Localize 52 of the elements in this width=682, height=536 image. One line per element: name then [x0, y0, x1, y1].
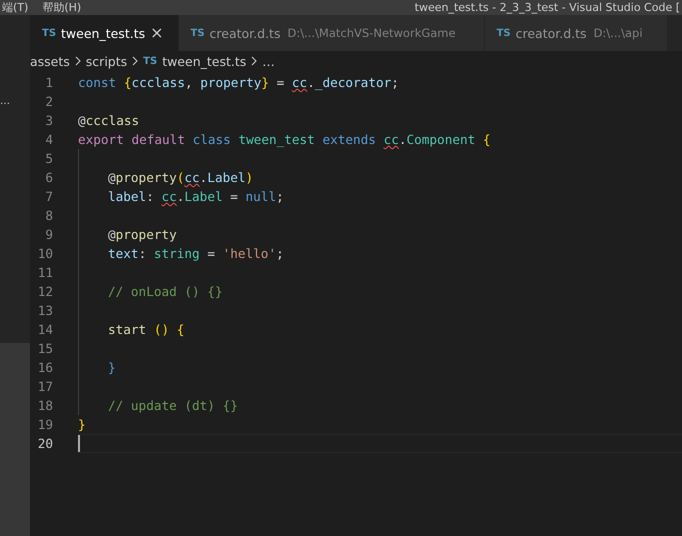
line-number: 12 — [36, 283, 53, 301]
window-title: tween_test.ts - 2_3_3_test - Visual Studio Code [ — [414, 0, 681, 15]
code-line: @ccclass — [78, 112, 140, 130]
breadcrumb-item[interactable]: assets — [30, 54, 70, 68]
line-number: 4 — [44, 131, 53, 149]
editor-tab[interactable]: TS creator.d.ts D:\...\api — [484, 15, 668, 51]
line-number: 13 — [36, 302, 53, 320]
line-number: 6 — [44, 169, 53, 187]
editor-tab[interactable]: TS tween_test.ts × — [30, 15, 179, 51]
typescript-file-icon: TS — [143, 56, 158, 66]
line-number: 1 — [44, 74, 53, 92]
menu-item[interactable]: 帮助(H) — [42, 0, 82, 15]
typescript-file-icon: TS — [42, 28, 56, 38]
line-number: 7 — [44, 188, 53, 206]
code-line: text: string = 'hello'; — [108, 245, 284, 263]
line-number: 19 — [36, 416, 53, 434]
breadcrumb-item[interactable]: tween_test.ts — [162, 54, 246, 68]
line-number: 10 — [36, 245, 53, 263]
typescript-file-icon: TS — [496, 28, 511, 38]
line-number: 8 — [44, 207, 53, 225]
line-number: 2 — [44, 93, 53, 111]
code-line: @property — [108, 226, 177, 244]
code-line: } — [108, 359, 116, 377]
code-line: label: cc.Label = null; — [108, 188, 284, 206]
code-line: @property(cc.Label) — [108, 169, 254, 187]
ellipsis-icon[interactable]: … — [0, 97, 10, 107]
editor-tab[interactable]: TS creator.d.ts D:\...\MatchVS-NetworkGame — [178, 15, 485, 51]
line-number: 16 — [36, 359, 53, 377]
code-line: // onLoad () {} — [108, 283, 223, 301]
code-line: // update (dt) {} — [108, 397, 238, 415]
code-line: export default class tween_test extends cc.Component { — [78, 131, 491, 149]
code-line: } — [78, 416, 86, 434]
chevron-icon — [251, 56, 258, 66]
chevron-icon — [132, 56, 138, 66]
breadcrumb-item[interactable]: scripts — [86, 54, 128, 68]
line-number: 9 — [44, 226, 53, 244]
code-line: start () { — [108, 321, 184, 339]
line-number: 3 — [44, 112, 53, 130]
chevron-icon — [74, 56, 81, 66]
text-cursor — [78, 435, 80, 452]
typescript-file-icon: TS — [190, 28, 205, 38]
line-number: 11 — [36, 264, 53, 282]
line-number: 15 — [36, 340, 53, 358]
line-number: 5 — [44, 150, 53, 168]
line-number: 14 — [36, 321, 53, 339]
close-icon[interactable]: × — [150, 26, 164, 40]
line-number: 18 — [36, 397, 53, 415]
breadcrumb-item[interactable]: … — [262, 54, 275, 68]
menu-item[interactable]: 端(T) — [2, 0, 28, 15]
line-number: 20 — [36, 435, 53, 453]
code-line: const {ccclass, property} = cc._decorator; — [78, 74, 399, 92]
line-number: 17 — [36, 378, 53, 396]
